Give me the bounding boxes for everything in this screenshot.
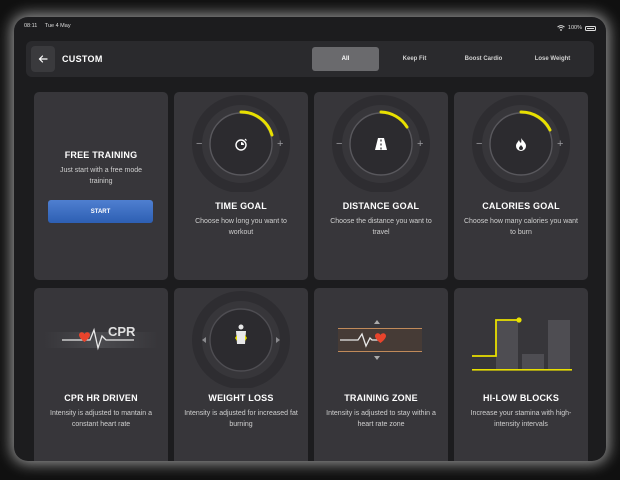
card-title: TRAINING ZONE [344,393,418,403]
card-hi-low-blocks[interactable]: HI-LOW BLOCKS Increase your stamina with… [454,288,588,461]
card-title: FREE TRAINING [64,150,138,160]
card-title: TIME GOAL [215,201,267,211]
increase-icon[interactable]: + [557,138,563,150]
start-button[interactable]: START [48,200,153,223]
card-description: Intensity is adjusted for increased fat … [184,410,298,428]
card-title: DISTANCE GOAL [342,201,420,211]
back-button[interactable] [31,46,55,72]
decrease-icon[interactable]: − [196,138,202,150]
decrease-icon[interactable]: − [476,138,482,150]
status-time: 08:11 [24,23,38,29]
card-training-zone[interactable]: TRAINING ZONE Intensity is adjusted to s… [314,288,448,461]
card-free-training[interactable]: FREE TRAINING Just start with a free mod… [34,92,168,280]
tab-keep-fit[interactable]: Keep Fit [381,47,448,71]
hi-low-illustration [472,317,572,371]
card-description: Just start with a free mode training [59,167,143,185]
status-date: Tue 4 May [44,23,71,29]
card-description: Intensity is adjusted to mantain a const… [50,410,152,428]
flame-icon [516,138,526,151]
back-arrow-icon [38,55,48,63]
card-weight-loss[interactable]: WEIGHT LOSS Intensity is adjusted for in… [174,288,308,461]
page-title: CUSTOM [62,54,103,64]
top-bar: CUSTOM All Keep Fit Boost Cardio Lose We… [26,41,594,77]
decrease-icon[interactable]: − [336,138,342,150]
status-bar: 08:11 Tue 4 May 100% [24,23,596,33]
card-title: CALORIES GOAL [482,201,560,211]
filter-tabs: All Keep Fit Boost Cardio Lose Weight [312,47,588,71]
card-distance-goal[interactable]: − + DISTANCE GOAL Choose the distance yo… [314,92,448,280]
battery-percent: 100% [567,25,582,31]
card-title: WEIGHT LOSS [208,393,274,403]
card-description: Choose the distance you want to travel [330,218,432,236]
wifi-icon [557,25,565,31]
increase-icon[interactable]: + [417,138,423,150]
battery-icon [585,25,596,31]
card-title: CPR HR DRIVEN [64,393,138,403]
road-icon [375,138,387,150]
cpr-illustration [44,327,158,351]
card-description: Increase your stamina with high-intensit… [470,410,572,428]
card-description: Choose how many calories you want to bur… [463,218,578,236]
card-description: Choose how long you want to workout [195,218,287,236]
card-cpr-hr-driven[interactable]: CPR CPR HR DRIVEN Intensity is adjusted … [34,288,168,461]
training-zone-illustration [338,320,422,360]
app-window: 08:11 Tue 4 May 100% CUSTOM All Keep Fit… [14,17,606,461]
tab-boost-cardio[interactable]: Boost Cardio [450,47,517,71]
card-title: HI-LOW BLOCKS [482,393,560,403]
tab-all[interactable]: All [312,47,379,71]
stopwatch-icon [235,138,247,151]
card-calories-goal[interactable]: − + CALORIES GOAL Choose how many calori… [454,92,588,280]
weight-loss-dial [192,291,290,388]
card-time-goal[interactable]: − + TIME GOAL Choose how long you want t… [174,92,308,280]
tab-lose-weight[interactable]: Lose Weight [519,47,586,71]
cpr-label: CPR [108,324,136,339]
increase-icon[interactable]: + [277,138,283,150]
card-description: Intensity is adjusted to stay within a h… [326,410,436,428]
